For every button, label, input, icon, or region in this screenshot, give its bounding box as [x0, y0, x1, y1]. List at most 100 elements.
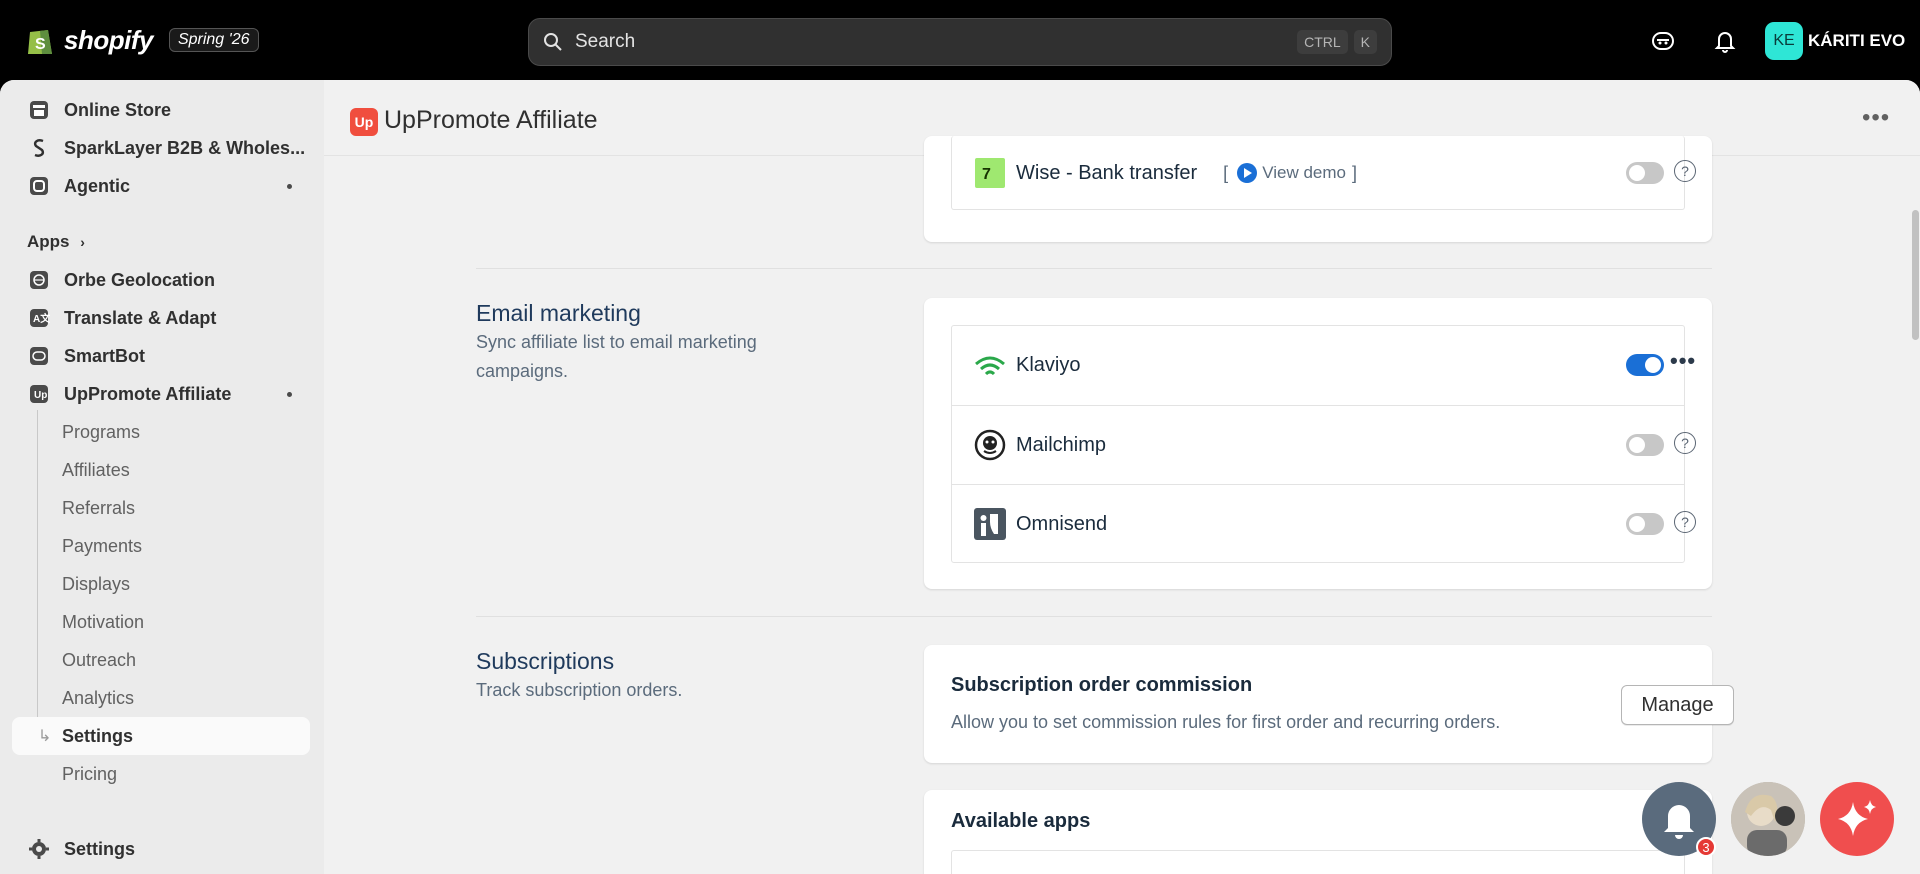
sidebar-subitem-outreach[interactable]: Outreach [12, 641, 310, 679]
omnisend-logo-icon [974, 508, 1006, 540]
payment-methods-list: 7 Wise - Bank transfer [ View demo ] ? [951, 136, 1696, 210]
notification-count-badge: 3 [1696, 837, 1716, 857]
unread-dot [287, 392, 292, 397]
subscriptions-description: Track subscription orders. [476, 680, 683, 700]
email-marketing-card: Klaviyo ••• Mailchimp ? Omnisend ? [924, 298, 1712, 589]
sidebar-subitem-settings[interactable]: ↳ Settings [12, 717, 310, 755]
sidebar-item-label: Agentic [64, 175, 131, 196]
sidebar-item-label: Settings [62, 725, 134, 746]
globe-icon [28, 269, 50, 291]
integration-name: Klaviyo [1016, 354, 1081, 376]
apps-label: Apps [27, 232, 70, 251]
sidebar-subitem-referrals[interactable]: Referrals [12, 489, 310, 527]
sidebar-subitem-displays[interactable]: Displays [12, 565, 310, 603]
available-apps-title: Available apps [951, 810, 1091, 832]
store-icon [28, 99, 50, 121]
svg-text:7: 7 [982, 166, 991, 183]
play-icon [1237, 163, 1258, 183]
uppromote-logo-icon: Up [350, 108, 378, 136]
admin-frame: Online Store SparkLayer B2B & Wholes... … [0, 80, 1920, 874]
wise-logo-icon: 7 [974, 157, 1006, 189]
sidebar-item-label: Motivation [62, 611, 145, 632]
store-avatar[interactable]: KE [1765, 22, 1803, 60]
svg-text:A文: A文 [33, 312, 50, 325]
more-actions-button[interactable]: ••• [1862, 104, 1890, 132]
sidebar-item-label: Online Store [64, 99, 172, 120]
support-agent-avatar[interactable] [1731, 782, 1805, 856]
subscription-card-description: Allow you to set commission rules for fi… [951, 712, 1501, 732]
view-demo-label: View demo [1262, 163, 1346, 182]
search-placeholder: Search [575, 31, 636, 52]
sidekick-icon[interactable] [1650, 28, 1676, 54]
shopify-logo[interactable]: S shopify Spring '26 [26, 24, 259, 56]
sidebar-item-label: Payments [62, 535, 143, 556]
sidebar-item-agentic[interactable]: Agentic [12, 167, 310, 205]
main-content: 7 Wise - Bank transfer [ View demo ] ? E… [324, 136, 1920, 874]
sidebar-item-label: UpPromote Affiliate [64, 383, 232, 404]
ai-assistant-fab[interactable] [1820, 782, 1894, 856]
demo-bracket-open: [ [1223, 162, 1229, 183]
email-marketing-description: Sync affiliate list to email marketing c… [476, 332, 757, 381]
sparklayer-icon [28, 137, 50, 159]
shortcut-ctrl-key: CTRL [1297, 30, 1348, 54]
uppromote-icon: Up [28, 383, 50, 405]
sidebar-subitem-payments[interactable]: Payments [12, 527, 310, 565]
scrollbar-thumb[interactable] [1912, 210, 1919, 340]
sidebar-item-label: Programs [62, 421, 141, 442]
section-divider [476, 616, 1712, 617]
payment-row-wise: 7 Wise - Bank transfer [ View demo ] ? [952, 136, 1696, 210]
payment-methods-card: 7 Wise - Bank transfer [ View demo ] ? [924, 136, 1712, 242]
sidebar-item-orbe-geolocation[interactable]: Orbe Geolocation [12, 261, 310, 299]
wise-toggle[interactable] [1626, 162, 1664, 184]
search-bar[interactable]: Search CTRL K [528, 18, 1392, 66]
apps-section-header[interactable]: Apps › [27, 232, 85, 252]
subscriptions-title: Subscriptions [476, 648, 615, 674]
unread-dot [287, 184, 292, 189]
sidebar-item-label: Affiliates [62, 459, 130, 480]
klaviyo-toggle[interactable] [1626, 354, 1664, 376]
store-name[interactable]: KÁRITI EVO [1808, 31, 1905, 51]
tree-arrow-icon: ↳ [38, 728, 52, 745]
sidebar-item-label: Referrals [62, 497, 136, 518]
sidebar-item-translate-adapt[interactable]: A文 Translate & Adapt [12, 299, 310, 337]
section-divider [476, 268, 1712, 269]
notification-fab[interactable]: 3 [1642, 782, 1716, 857]
sparkle-icon [1838, 800, 1876, 836]
notifications-bell-icon[interactable] [1712, 28, 1738, 54]
view-demo-link[interactable]: View demo [1236, 162, 1346, 184]
help-icon[interactable]: ? [1674, 511, 1696, 533]
sidebar: Online Store SparkLayer B2B & Wholes... … [0, 80, 324, 874]
payment-name: Wise - Bank transfer [1016, 161, 1198, 184]
subscription-card-title: Subscription order commission [951, 674, 1253, 696]
sidebar-item-label: SmartBot [64, 345, 146, 366]
sidebar-item-online-store[interactable]: Online Store [12, 91, 310, 129]
agent-photo-icon [1731, 782, 1805, 856]
sidebar-subitem-analytics[interactable]: Analytics [12, 679, 310, 717]
mailchimp-toggle[interactable] [1626, 434, 1664, 456]
sidebar-subitem-programs[interactable]: Programs [12, 413, 310, 451]
omnisend-toggle[interactable] [1626, 513, 1664, 535]
sidebar-item-uppromote-affiliate[interactable]: Up UpPromote Affiliate [12, 375, 310, 413]
manage-button[interactable]: Manage [1621, 685, 1734, 725]
shopify-wordmark: shopify [64, 24, 153, 55]
svg-text:S: S [35, 36, 46, 53]
help-icon[interactable]: ? [1674, 160, 1696, 182]
edition-badge[interactable]: Spring '26 [168, 28, 259, 52]
sidebar-item-smartbot[interactable]: SmartBot [12, 337, 310, 375]
sidebar-subitem-pricing[interactable]: Pricing [12, 755, 310, 793]
sidebar-item-sparklayer[interactable]: SparkLayer B2B & Wholes... [12, 129, 310, 167]
help-icon[interactable]: ? [1674, 432, 1696, 454]
integration-row-omnisend: Omnisend ? [952, 484, 1696, 563]
sidebar-item-label: Displays [62, 573, 131, 594]
mailchimp-logo-icon [974, 429, 1006, 461]
available-apps-list [951, 850, 1685, 874]
sidebar-item-settings[interactable]: Settings [12, 830, 310, 868]
shortcut-k-key: K [1353, 30, 1377, 54]
more-options-icon[interactable]: ••• [1670, 348, 1696, 374]
demo-bracket-close: ] [1351, 162, 1357, 183]
email-integrations-list: Klaviyo ••• Mailchimp ? Omnisend ? [951, 325, 1696, 563]
shopify-bag-icon: S [26, 24, 54, 56]
sidebar-item-label: Pricing [62, 763, 118, 784]
sidebar-subitem-motivation[interactable]: Motivation [12, 603, 310, 641]
sidebar-subitem-affiliates[interactable]: Affiliates [12, 451, 310, 489]
